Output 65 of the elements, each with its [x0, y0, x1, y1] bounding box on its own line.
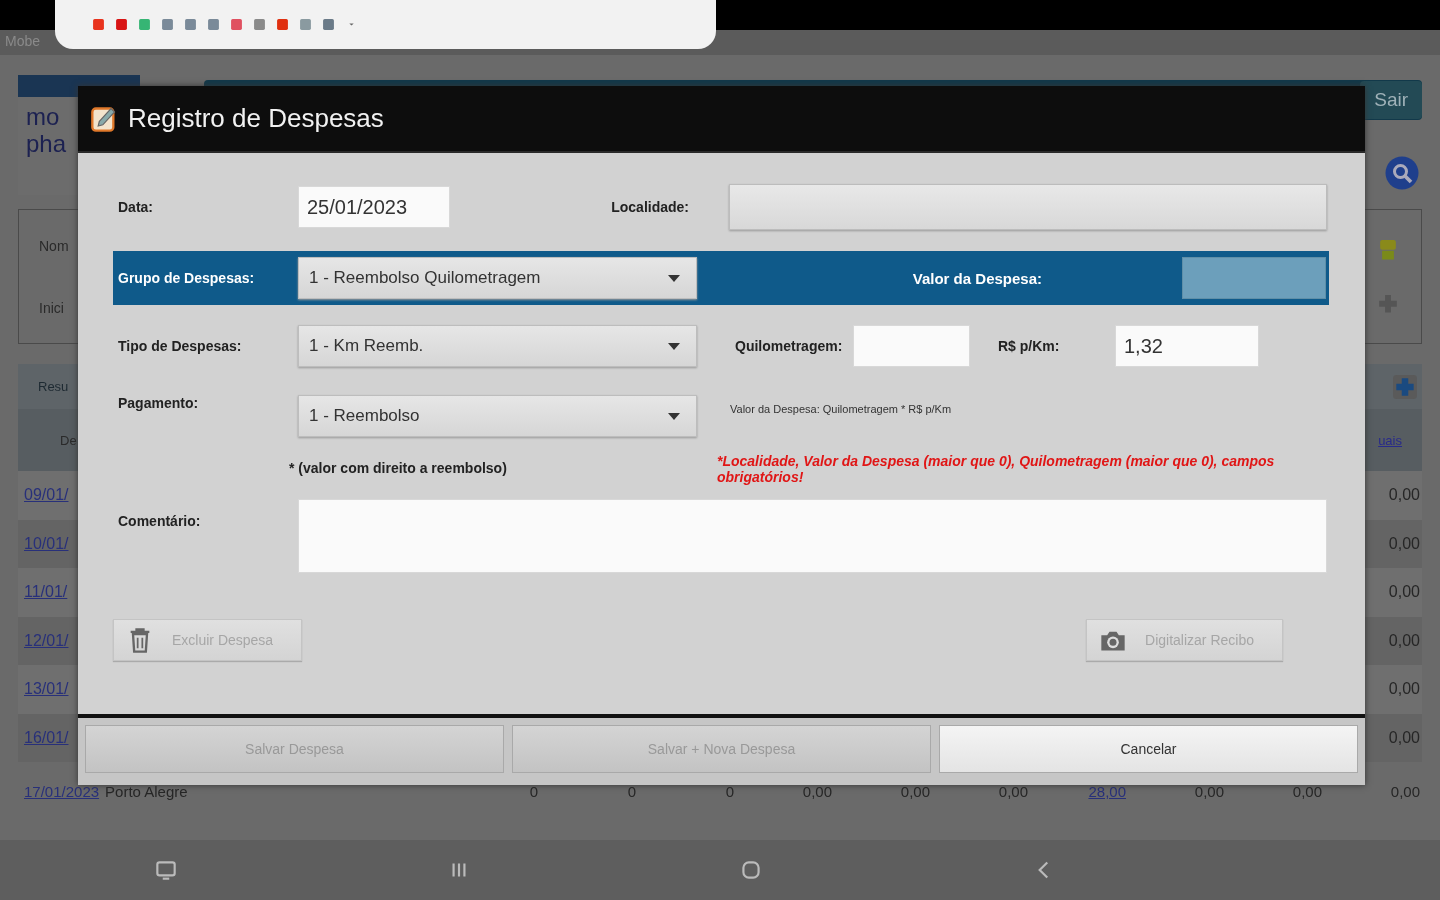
date-link[interactable]: 11/01/	[24, 583, 68, 602]
app-icon[interactable]	[298, 18, 313, 31]
table-cell: 0,00	[1388, 534, 1420, 553]
date-link[interactable]: 09/01/	[24, 486, 69, 505]
filter-label: Nom	[39, 238, 69, 254]
app-icon[interactable]	[321, 18, 336, 31]
app-icon[interactable]	[183, 18, 198, 31]
app-icon[interactable]	[137, 18, 152, 31]
field-label: Valor da Despesa:	[911, 269, 1043, 287]
date-link[interactable]: 10/01/	[24, 534, 69, 553]
field-label: R$ p/Km:	[997, 338, 1061, 354]
field-label: Pagamento:	[117, 395, 200, 411]
rate-field[interactable]: 1,32	[1115, 325, 1259, 367]
caret-icon	[668, 412, 680, 420]
table-cell: 0,00	[1388, 583, 1420, 602]
field-label: Grupo de Despesas:	[117, 270, 256, 286]
app-icon[interactable]	[91, 18, 106, 31]
date-link[interactable]: 17/01/2023	[24, 782, 100, 800]
app-icon[interactable]	[206, 18, 221, 31]
table-cell-text: 0	[528, 782, 538, 800]
table-cell-text: 0,00	[1193, 782, 1224, 800]
table-cell-text: 0	[626, 782, 636, 800]
caret-icon	[668, 274, 680, 282]
table-cell: 0,00	[1388, 728, 1420, 747]
exit-button[interactable]: Sair	[1360, 81, 1422, 119]
field-label: Localidade:	[610, 199, 690, 215]
date-link[interactable]: 12/01/	[24, 631, 69, 650]
section-label: Resu	[38, 379, 69, 394]
dropdown[interactable]: 1 - Km Reemb.	[298, 325, 697, 367]
note-text: * (valor com direito a reembolso)	[289, 459, 508, 476]
table-cell: 0,00	[1388, 486, 1420, 505]
field-label: Comentário:	[117, 512, 202, 529]
table-cell: 0,00	[1388, 631, 1420, 650]
date-link[interactable]: 13/01/	[24, 680, 69, 699]
dropdown[interactable]: 1 - Reembolso	[298, 395, 697, 437]
dropdown[interactable]: 1 - Reembolso Quilometragem	[298, 257, 697, 299]
table-cell-text: 0,00	[899, 782, 930, 800]
table-cell-text: 0,00	[997, 782, 1028, 800]
date-link[interactable]: 16/01/	[24, 728, 69, 747]
error-message: *Localidade, Valor da Despesa (maior que 0), Quilometragem (maior que 0), campos obrigatórios!	[717, 453, 1276, 485]
app-icon[interactable]	[229, 18, 244, 31]
field-label: Tipo de Despesas:	[117, 338, 243, 354]
app-icon[interactable]	[114, 18, 129, 31]
date-field[interactable]: 25/01/2023	[298, 186, 450, 228]
table-cell: 0,00	[1388, 680, 1420, 699]
locality-field[interactable]	[729, 184, 1327, 230]
app-icon[interactable]	[275, 18, 290, 31]
app-icon[interactable]	[160, 18, 175, 31]
table-cell-text: 0,00	[1291, 782, 1322, 800]
formula-text: Valor da Despesa: Quilometragem * R$ p/Km	[730, 403, 952, 415]
mileage-field[interactable]	[853, 325, 970, 367]
field-label: Quilometragem:	[734, 338, 844, 354]
table-cell-text: 0,00	[1389, 782, 1420, 800]
table-cell-text: 0	[724, 782, 734, 800]
search-icon[interactable]	[1384, 155, 1420, 191]
comment-field[interactable]	[298, 499, 1327, 573]
filter-label: Inici	[39, 300, 65, 316]
cancel-button[interactable]: Cancelar	[939, 725, 1358, 773]
app-icon[interactable]	[252, 18, 267, 31]
table-cell-text: 0,00	[801, 782, 832, 800]
value-field[interactable]	[1182, 257, 1326, 299]
field-label: Data:	[117, 199, 154, 215]
value-link[interactable]: 28,00	[1028, 782, 1126, 800]
table-cell: Porto Alegre	[105, 782, 188, 800]
caret-icon	[668, 342, 680, 350]
